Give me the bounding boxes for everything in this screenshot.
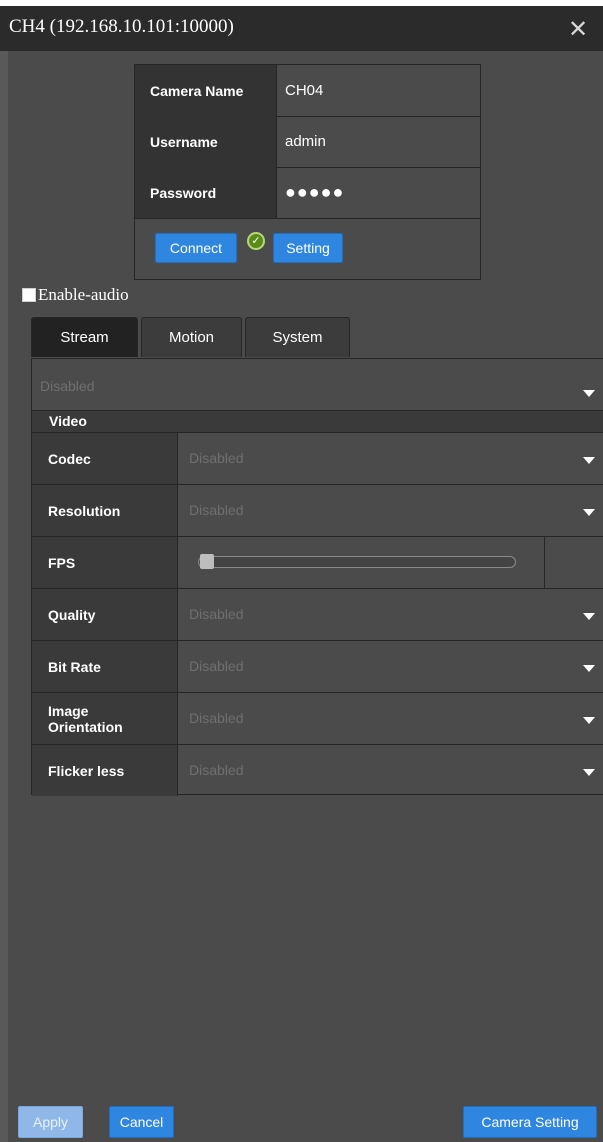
orientation-label: Image Orientation [32,693,178,744]
resolution-select[interactable]: Disabled [178,485,603,536]
bitrate-label: Bit Rate [32,641,178,692]
chevron-down-icon [583,769,595,776]
camera-setting-button[interactable]: Camera Setting [463,1106,597,1138]
quality-select[interactable]: Disabled [178,589,603,640]
check-circle-icon: ✓ [247,232,265,250]
credentials-panel: Camera Name CH04 Username admin Password… [134,64,481,280]
flicker-label: Flicker less [32,745,178,796]
camera-name-row: Camera Name CH04 [135,65,480,117]
credentials-actions: Connect ✓ Setting [135,218,480,279]
title-bar: CH4 (192.168.10.101:10000) ✕ [0,6,603,51]
setting-button[interactable]: Setting [273,233,343,263]
chevron-down-icon [583,509,595,516]
fps-slider-handle[interactable] [200,554,214,569]
camera-name-value[interactable]: CH04 [285,82,323,99]
fps-control [178,537,603,588]
orientation-label-line1: Image [48,702,89,719]
orientation-value: Disabled [189,710,244,726]
connect-button[interactable]: Connect [155,233,237,263]
flicker-select[interactable]: Disabled [178,745,603,796]
bitrate-row: Bit Rate Disabled [32,641,603,693]
left-gutter [0,51,8,1142]
camera-name-field[interactable]: CH04 [277,65,480,116]
password-label: Password [135,167,277,218]
bitrate-select[interactable]: Disabled [178,641,603,692]
enable-audio-row: Enable-audio [22,284,129,306]
quality-label: Quality [32,589,178,640]
chevron-down-icon [583,665,595,672]
fps-value-box [544,537,603,588]
enable-audio-label: Enable-audio [38,285,129,304]
password-value[interactable]: ●●●●● [285,182,344,203]
fps-row: FPS [32,537,603,589]
flicker-value: Disabled [189,762,244,778]
codec-row: Codec Disabled [32,433,603,485]
quality-value: Disabled [189,606,244,622]
chevron-down-icon [583,457,595,464]
resolution-row: Resolution Disabled [32,485,603,537]
close-icon[interactable]: ✕ [565,16,591,42]
username-row: Username admin [135,116,480,168]
enable-audio-checkbox[interactable] [22,288,36,302]
apply-button[interactable]: Apply [18,1106,83,1138]
username-value[interactable]: admin [285,133,326,150]
cancel-button[interactable]: Cancel [109,1106,174,1138]
camera-name-label: Camera Name [135,65,277,116]
codec-label: Codec [32,433,178,484]
orientation-row: Image Orientation Disabled [32,693,603,745]
stream-selector-value: Disabled [40,378,95,394]
username-field[interactable]: admin [277,116,480,167]
resolution-label: Resolution [32,485,178,536]
tab-system[interactable]: System [245,317,350,357]
chevron-down-icon [583,717,595,724]
password-row: Password ●●●●● [135,167,480,219]
flicker-row: Flicker less Disabled [32,745,603,797]
codec-select[interactable]: Disabled [178,433,603,484]
codec-value: Disabled [189,450,244,466]
chevron-down-icon [583,390,595,397]
window-title: CH4 (192.168.10.101:10000) [9,16,234,37]
fps-label: FPS [32,537,178,588]
username-label: Username [135,116,277,167]
stream-panel: Disabled Video Codec Disabled Resolution… [31,358,603,797]
tab-motion[interactable]: Motion [141,317,242,357]
quality-row: Quality Disabled [32,589,603,641]
resolution-value: Disabled [189,502,244,518]
password-field[interactable]: ●●●●● [277,167,480,218]
video-section-header: Video [32,411,603,433]
stream-selector[interactable]: Disabled [32,358,603,411]
chevron-down-icon [583,613,595,620]
tab-stream[interactable]: Stream [31,317,138,357]
bitrate-value: Disabled [189,658,244,674]
orientation-label-line2: Orientation [48,718,123,735]
orientation-select[interactable]: Disabled [178,693,603,744]
fps-slider-track[interactable] [198,556,516,568]
